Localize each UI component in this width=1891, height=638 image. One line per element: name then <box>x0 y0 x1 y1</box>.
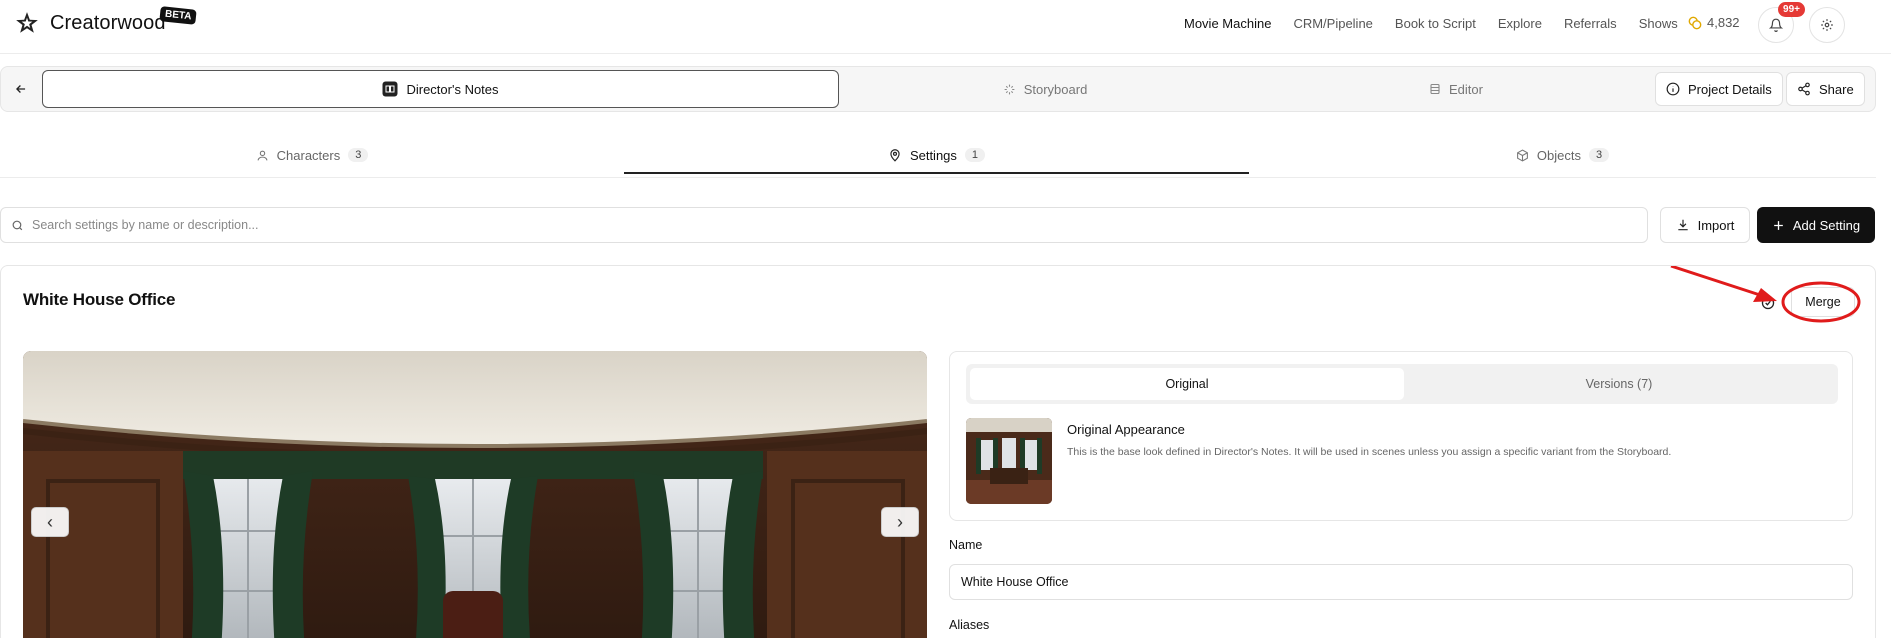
box-icon <box>1516 148 1528 162</box>
active-tab-indicator <box>624 172 1249 174</box>
tab-versions[interactable]: Versions (7) <box>1404 368 1834 400</box>
add-setting-label: Add Setting <box>1792 217 1861 233</box>
arrow-left-icon <box>16 85 26 93</box>
tab-objects[interactable]: Objects 3 <box>1249 136 1876 174</box>
thumbnail-image <box>966 418 1052 504</box>
chevron-right-icon: › <box>897 511 903 532</box>
credits-balance[interactable]: 4,832 <box>1688 15 1740 30</box>
check-circle-icon[interactable] <box>1761 296 1775 310</box>
annotation-arrow-line <box>1670 266 1764 298</box>
search-icon <box>12 220 23 230</box>
settings-count: 1 <box>964 148 986 162</box>
merge-label: Merge <box>1805 295 1841 309</box>
version-toggle: Original Versions (7) <box>966 364 1838 404</box>
appearance-panel: Original Versions (7) Original Appearanc… <box>949 351 1853 521</box>
gear-icon <box>1821 19 1833 31</box>
bell-icon <box>1769 18 1783 32</box>
user-icon <box>257 150 268 160</box>
nav-link-book-to-script[interactable]: Book to Script <box>1395 16 1476 31</box>
aliases-label: Aliases <box>949 618 990 632</box>
search-input[interactable] <box>32 218 1612 232</box>
book-icon <box>382 81 398 97</box>
brand-name: Creatorwood <box>50 11 166 34</box>
next-image-button[interactable]: › <box>881 507 919 537</box>
nav-links: Movie Machine CRM/Pipeline Book to Scrip… <box>1184 16 1678 31</box>
notification-count-badge: 99+ <box>1778 2 1805 17</box>
share-button[interactable]: Share <box>1786 72 1865 106</box>
coins-icon <box>1688 16 1702 29</box>
add-setting-button[interactable]: Add Setting <box>1757 207 1875 243</box>
share-icon <box>1798 82 1810 96</box>
name-field[interactable]: White House Office <box>949 564 1853 600</box>
notifications-button[interactable]: 99+ <box>1758 2 1805 43</box>
download-icon <box>1677 219 1688 231</box>
nav-link-referrals[interactable]: Referrals <box>1564 16 1617 31</box>
logo[interactable]: Creatorwood <box>14 10 166 36</box>
tab-original[interactable]: Original <box>970 368 1404 400</box>
info-icon <box>1666 82 1680 96</box>
oval-office-illustration <box>23 351 927 638</box>
credits-value: 4,832 <box>1707 15 1740 30</box>
back-button[interactable] <box>9 77 33 101</box>
tab-editor[interactable]: Editor <box>1251 70 1661 108</box>
tab-objects-label: Objects <box>1536 147 1581 163</box>
share-label: Share <box>1819 81 1854 97</box>
film-icon <box>1430 83 1440 95</box>
top-nav: Creatorwood BETA Movie Machine CRM/Pipel… <box>0 0 1891 54</box>
settings-button[interactable] <box>1809 7 1845 43</box>
nav-link-crm[interactable]: CRM/Pipeline <box>1293 16 1372 31</box>
tab-characters[interactable]: Characters 3 <box>0 136 624 174</box>
prev-image-button[interactable]: ‹ <box>31 507 69 537</box>
setting-image <box>23 351 927 638</box>
tab-editor-label: Editor <box>1449 81 1483 97</box>
plus-icon <box>1774 220 1783 230</box>
project-details-label: Project Details <box>1688 81 1772 97</box>
import-label: Import <box>1697 217 1735 233</box>
setting-card: White House Office Merge ‹ › Original Ve… <box>0 265 1876 638</box>
nav-link-movie-machine[interactable]: Movie Machine <box>1184 16 1271 31</box>
original-appearance-title: Original Appearance <box>1067 422 1185 437</box>
import-button[interactable]: Import <box>1660 207 1750 243</box>
tab-storyboard[interactable]: Storyboard <box>839 70 1251 108</box>
characters-count: 3 <box>348 148 369 162</box>
original-thumbnail[interactable] <box>966 418 1052 504</box>
setting-title: White House Office <box>23 290 176 309</box>
objects-count: 3 <box>1588 148 1610 162</box>
name-field-value: White House Office <box>961 575 1069 589</box>
tab-characters-label: Characters <box>276 147 341 163</box>
tab-directors-notes-label: Director's Notes <box>406 81 499 97</box>
original-appearance-description: This is the base look defined in Directo… <box>1067 446 1672 458</box>
mode-tab-bar: Director's Notes Storyboard Editor Proje… <box>0 66 1876 112</box>
star-logo-icon <box>16 12 38 33</box>
tab-storyboard-label: Storyboard <box>1023 81 1088 97</box>
nav-link-explore[interactable]: Explore <box>1498 16 1542 31</box>
search-bar <box>0 207 1648 243</box>
entity-tabs: Characters 3 Settings 1 Objects 3 <box>0 136 1876 178</box>
tab-directors-notes[interactable]: Director's Notes <box>42 70 839 108</box>
tab-settings-label: Settings <box>909 147 957 163</box>
tab-settings[interactable]: Settings 1 <box>624 136 1249 174</box>
merge-button[interactable]: Merge <box>1791 287 1855 317</box>
tab-original-label: Original <box>1165 377 1209 391</box>
nav-link-shows[interactable]: Shows <box>1639 16 1678 31</box>
name-label: Name <box>949 538 983 552</box>
project-details-button[interactable]: Project Details <box>1655 72 1783 106</box>
map-pin-icon <box>890 149 900 162</box>
sparkle-icon <box>1004 84 1015 94</box>
chevron-left-icon: ‹ <box>47 511 53 532</box>
tab-versions-label: Versions (7) <box>1585 377 1653 391</box>
